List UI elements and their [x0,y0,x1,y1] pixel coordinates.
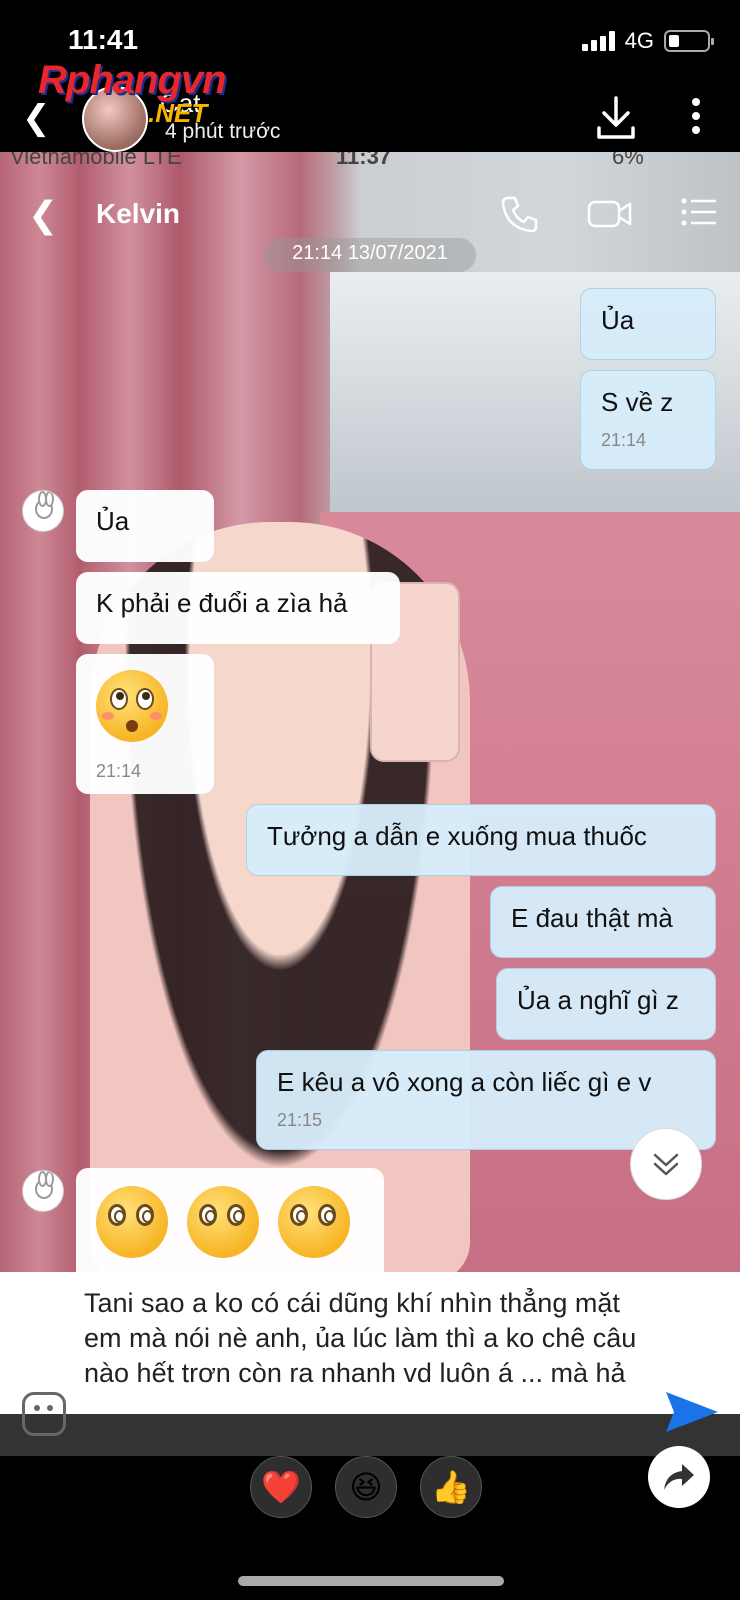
inner-battery: 6% [612,152,644,169]
message-text: E đau thật mà [511,903,673,933]
back-chevron-icon[interactable]: ❮ [22,98,51,138]
message-text: Ủa [601,305,635,335]
message-bubble-outgoing[interactable]: S về z 21:14 [580,370,716,470]
video-call-icon[interactable] [586,194,634,234]
chat-back-icon[interactable]: ❮ [28,194,58,236]
download-icon[interactable] [596,96,636,140]
message-time: 21:14 [96,761,142,782]
watermark-logo: Rphangvn [38,58,227,102]
inner-time: 11:37 [336,152,392,169]
reaction-bar: ❤️ 😆 👍 [0,1446,740,1556]
message-bubble-outgoing[interactable]: E đau thật mà [490,886,716,958]
watermark-logo-suffix: .NET [148,98,208,128]
dizzy-face-icon [187,1186,260,1258]
flushed-face-icon [96,670,168,742]
date-divider: 21:14 13/07/2021 [264,238,476,272]
dizzy-face-icon [96,1186,168,1258]
home-indicator[interactable] [238,1576,504,1586]
double-chevron-down-icon [653,1153,679,1176]
reply-bar[interactable] [0,1414,740,1456]
phone-call-icon[interactable] [500,194,540,234]
inner-status-bar: Vietnamobile LTE 11:37 6% [0,152,740,169]
share-arrow-icon [664,1464,694,1490]
heart-icon[interactable]: ❤️ [250,1456,312,1518]
status-indicators: 4G [581,28,714,54]
message-text: Ủa [96,506,130,536]
thumbs-up-icon[interactable]: 👍 [420,1456,482,1518]
story-caption: Tani sao a ko có cái dũng khí nhìn thẳng… [0,1272,740,1414]
chat-menu-icon[interactable] [680,196,718,228]
sticker-icon[interactable] [22,1392,66,1436]
share-button[interactable] [648,1446,710,1508]
message-bubble-incoming[interactable] [76,1168,384,1272]
send-icon[interactable] [664,1390,720,1434]
message-text: K phải e đuổi a zìa hả [96,588,348,618]
message-bubble-outgoing[interactable]: Tưởng a dẫn e xuống mua thuốc [246,804,716,876]
caption-text: Tani sao a ko có cái dũng khí nhìn thẳng… [84,1288,637,1388]
status-time: 11:41 [68,24,139,55]
message-text: Ủa a nghĩ gì z [517,985,679,1015]
scroll-to-bottom-button[interactable] [630,1128,702,1200]
contact-avatar[interactable] [22,490,64,532]
message-bubble-incoming[interactable]: Ủa [76,490,214,562]
chat-screenshot: Vietnamobile LTE 11:37 6% ❮ Kelvin 21:14… [0,152,740,1272]
message-bubble-incoming[interactable]: K phải e đuổi a zìa hả [76,572,400,644]
laughing-face-icon[interactable]: 😆 [335,1456,397,1518]
message-text: S về z [601,387,674,417]
message-time: 21:15 [277,1110,323,1131]
signal-icon [581,31,615,51]
message-time: 21:14 [601,430,647,451]
message-bubble-outgoing[interactable]: Ủa [580,288,716,360]
message-text: Tưởng a dẫn e xuống mua thuốc [267,821,647,851]
inner-carrier: Vietnamobile LTE [10,152,182,169]
network-type: 4G [624,28,654,53]
message-bubble-incoming[interactable]: 21:14 [76,654,214,794]
dizzy-face-icon [278,1186,351,1258]
message-text: E kêu a vô xong a còn liếc gì e v [277,1067,652,1097]
contact-avatar[interactable] [22,1170,64,1212]
more-vertical-icon[interactable] [690,98,702,134]
battery-icon [664,30,714,52]
chat-contact-name[interactable]: Kelvin [96,198,180,230]
message-bubble-outgoing[interactable]: Ủa a nghĩ gì z [496,968,716,1040]
